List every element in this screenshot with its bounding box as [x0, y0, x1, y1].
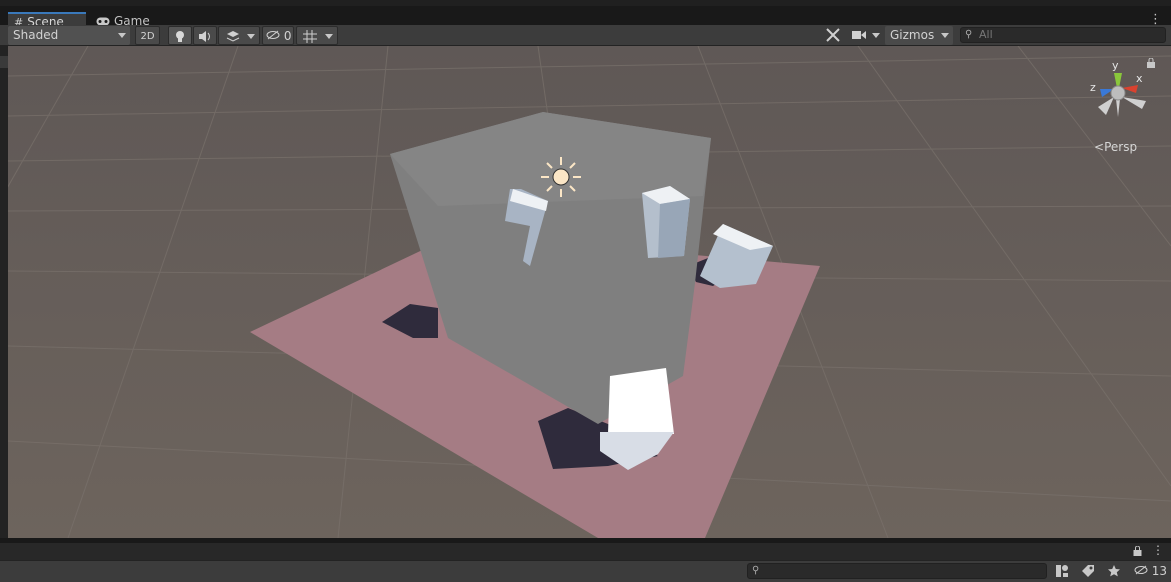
chevron-down-icon [247, 34, 255, 39]
effects-dropdown[interactable] [218, 26, 260, 45]
projection-toggle[interactable]: <Persp [1094, 140, 1137, 154]
left-panel-edge [0, 46, 8, 538]
speaker-icon [198, 31, 210, 42]
hierarchy-search-input[interactable]: ⚲ [747, 563, 1047, 579]
search-icon: ⚲ [752, 565, 760, 576]
chevron-down-icon [118, 33, 126, 38]
lock-icon[interactable] [1133, 546, 1142, 556]
chevron-down-icon [941, 33, 949, 38]
lighting-toggle-button[interactable] [168, 26, 192, 45]
small-cube-right [642, 186, 690, 258]
axis-z-label: z [1090, 81, 1096, 94]
layers-icon [226, 31, 240, 42]
hidden-objects-counter[interactable]: 13 [1134, 564, 1167, 578]
lightbulb-icon [176, 31, 184, 42]
2d-toggle-button[interactable]: 2D [135, 26, 160, 45]
grid-snap-icon [303, 30, 317, 43]
hidden-objects-count: 13 [1151, 564, 1167, 578]
scene-search-input[interactable]: ⚲ All [960, 27, 1166, 43]
gizmos-label: Gizmos [890, 28, 935, 42]
draw-mode-value: Shaded [13, 28, 59, 42]
2d-toggle-label: 2D [140, 31, 155, 42]
tab-strip: # Scene Game ⋮ [0, 0, 1171, 31]
hidden-eye-icon [266, 30, 280, 40]
chevron-down-icon [872, 33, 880, 38]
axis-y-label: y [1112, 59, 1119, 72]
scene-visibility-button[interactable]: 0 [262, 26, 294, 45]
gizmos-dropdown[interactable]: Gizmos [885, 26, 953, 45]
more-options-icon[interactable]: ⋮ [1152, 543, 1164, 557]
lock-icon[interactable] [1146, 58, 1156, 68]
bottom-panel-header: ⋮ [0, 543, 1171, 560]
hidden-eye-icon [1134, 565, 1148, 575]
filter-type-icon[interactable] [1055, 564, 1069, 578]
scene-render: y x z [8, 46, 1171, 538]
chevron-left-icon: < [1094, 140, 1105, 154]
grid-dropdown[interactable] [296, 26, 338, 45]
camera-dropdown[interactable] [852, 26, 884, 45]
wrench-icon [826, 28, 840, 42]
draw-mode-dropdown[interactable]: Shaded [8, 26, 130, 45]
hidden-count: 0 [283, 29, 292, 43]
scene-viewport[interactable]: y x z [8, 46, 1171, 538]
sun-icon [541, 157, 581, 197]
chevron-down-icon [325, 34, 333, 39]
search-icon: ⚲ [965, 29, 973, 40]
tools-button[interactable] [826, 26, 846, 45]
axis-x-label: x [1136, 72, 1143, 85]
camera-icon [852, 31, 866, 39]
tag-icon[interactable] [1081, 564, 1095, 578]
star-icon[interactable] [1107, 564, 1121, 578]
audio-toggle-button[interactable] [193, 26, 217, 45]
projection-label: Persp [1104, 140, 1138, 154]
unity-editor-window: # Scene Game ⋮ Shaded 2D 0 Gizmos ⚲ All … [0, 0, 1171, 582]
search-placeholder: All [979, 28, 993, 41]
hierarchy-toolbar: ⚲ 13 [0, 560, 1171, 582]
scene-toolbar: Shaded 2D 0 Gizmos ⚲ All [0, 25, 1171, 46]
